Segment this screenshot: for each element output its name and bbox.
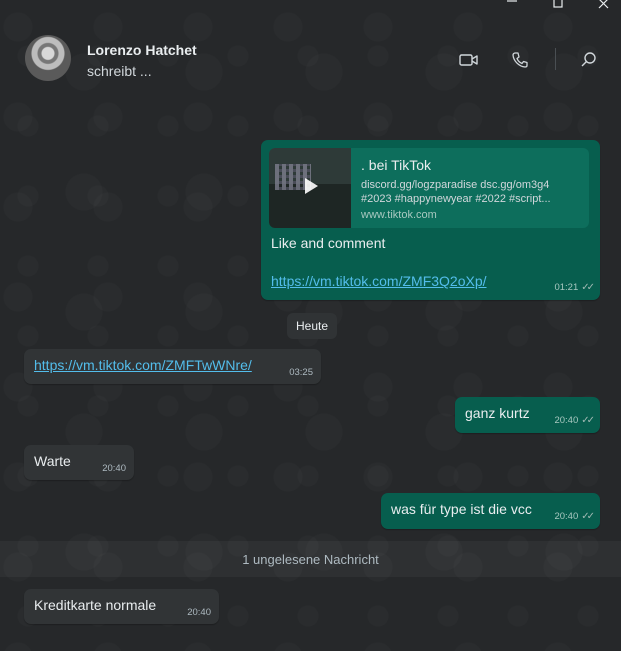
video-call-button[interactable] xyxy=(459,50,479,70)
maximize-icon xyxy=(553,0,563,8)
voice-call-icon xyxy=(512,52,528,68)
message-timestamp: 20:40 xyxy=(187,607,211,618)
voice-call-button[interactable] xyxy=(510,50,530,70)
maximize-button[interactable] xyxy=(543,0,573,14)
message-timestamp: 03:25 xyxy=(289,367,313,378)
chat-header: Lorenzo Hatchet schreibt ... xyxy=(0,22,621,94)
minimize-button[interactable] xyxy=(497,0,527,14)
read-ticks-icon: ✓✓ xyxy=(581,511,595,522)
message-text: Warte xyxy=(34,453,71,469)
message-timestamp: 20:40 xyxy=(102,463,126,474)
message-text: Kreditkarte normale xyxy=(34,597,157,613)
preview-domain: www.tiktok.com xyxy=(361,209,437,221)
message-incoming-warte[interactable]: Warte 20:40 xyxy=(24,445,134,480)
message-link[interactable]: https://vm.tiktok.com/ZMFTwWNre/ xyxy=(34,357,252,373)
preview-description: discord.gg/logzparadise dsc.gg/om3g4 #20… xyxy=(361,179,551,205)
read-ticks-icon: ✓✓ xyxy=(581,282,595,293)
day-separator: Heute xyxy=(287,313,337,339)
header-divider xyxy=(555,48,556,70)
message-outgoing-tiktok[interactable]: . bei TikTok discord.gg/logzparadise dsc… xyxy=(261,140,600,300)
window-titlebar xyxy=(0,0,621,14)
message-text: was für type ist die vcc xyxy=(391,501,532,517)
message-text: Like and comment xyxy=(271,235,386,251)
contact-avatar[interactable] xyxy=(25,35,71,81)
message-outgoing-vcc[interactable]: was für type ist die vcc 20:40 ✓✓ xyxy=(381,493,600,529)
preview-title: . bei TikTok xyxy=(361,157,432,173)
message-timestamp: 20:40 ✓✓ xyxy=(554,511,595,522)
link-preview-card[interactable]: . bei TikTok discord.gg/logzparadise dsc… xyxy=(269,148,589,228)
message-timestamp: 20:40 ✓✓ xyxy=(554,415,595,426)
message-timestamp: 01:21 ✓✓ xyxy=(554,282,595,293)
play-icon xyxy=(305,178,318,194)
contact-status: schreibt ... xyxy=(87,63,152,79)
contact-name[interactable]: Lorenzo Hatchet xyxy=(87,42,197,58)
close-button[interactable] xyxy=(589,0,619,14)
message-link[interactable]: https://vm.tiktok.com/ZMF3Q2oXp/ xyxy=(271,273,487,289)
minimize-icon xyxy=(507,0,517,2)
message-text: ganz kurtz xyxy=(465,405,530,421)
read-ticks-icon: ✓✓ xyxy=(581,415,595,426)
search-icon xyxy=(581,52,596,67)
video-thumbnail xyxy=(269,148,351,228)
message-incoming-kreditkarte[interactable]: Kreditkarte normale 20:40 xyxy=(24,589,219,624)
message-outgoing-ganz-kurtz[interactable]: ganz kurtz 20:40 ✓✓ xyxy=(455,397,600,433)
message-incoming-link[interactable]: https://vm.tiktok.com/ZMFTwWNre/ 03:25 xyxy=(24,349,321,384)
close-icon xyxy=(598,0,609,9)
search-button[interactable] xyxy=(579,50,599,70)
unread-messages-banner: 1 ungelesene Nachricht xyxy=(0,541,621,577)
video-call-icon xyxy=(459,54,478,66)
